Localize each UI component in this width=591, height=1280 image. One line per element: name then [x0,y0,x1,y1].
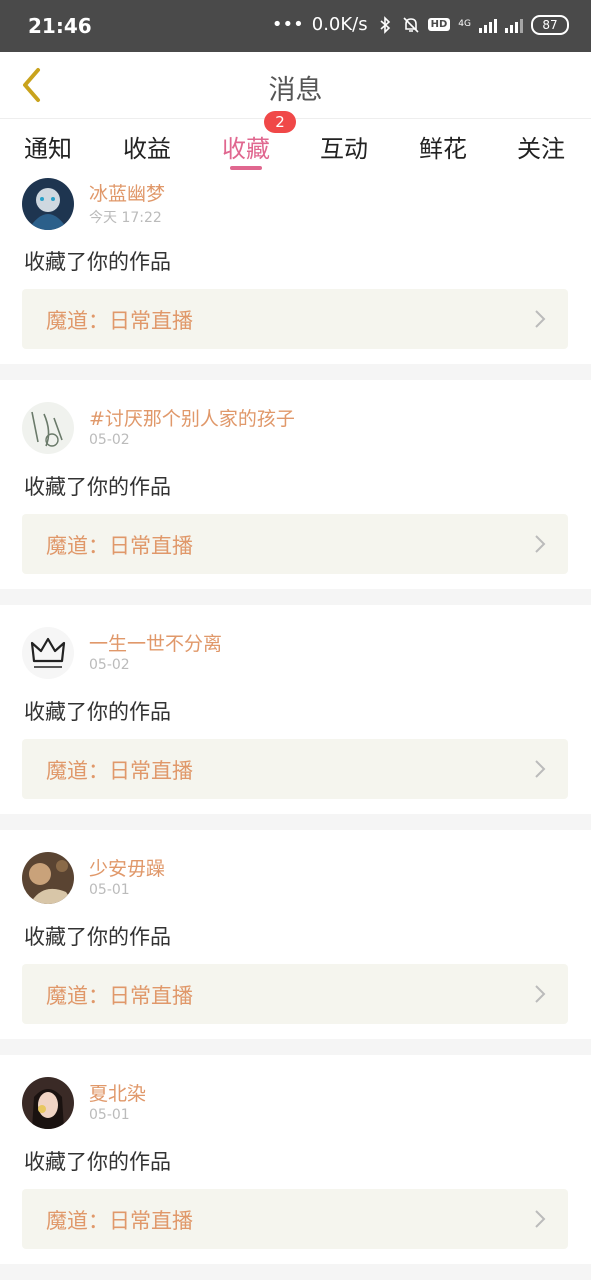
message-text: 收藏了你的作品 [24,475,171,499]
chevron-right-icon [535,310,546,328]
avatar[interactable] [22,852,74,904]
message-card: 冰蓝幽梦 今天 17:22 收藏了你的作品 魔道：日常直播 [0,175,591,364]
battery-icon: 87 [531,14,569,35]
tab-bar: 通知 收益 收藏 互动 鲜花 关注 [0,119,591,175]
message-text: 收藏了你的作品 [24,1150,171,1174]
work-title: 魔道：日常直播 [46,984,193,1008]
username[interactable]: 冰蓝幽梦 [89,179,165,206]
message-card: #讨厌那个别人家的孩子 05-02 收藏了你的作品 魔道：日常直播 [0,380,591,589]
mute-bell-icon [403,16,419,33]
tab-notice[interactable]: 通知 [24,129,72,164]
work-link[interactable]: 魔道：日常直播 [22,289,568,349]
work-link[interactable]: 魔道：日常直播 [22,739,568,799]
work-title: 魔道：日常直播 [46,759,193,783]
chevron-right-icon [535,535,546,553]
work-title: 魔道：日常直播 [46,534,193,558]
net-speed: 0.0K/s [311,14,368,35]
username[interactable]: #讨厌那个别人家的孩子 [89,404,295,431]
signal-2-icon [505,17,523,33]
avatar[interactable] [22,178,74,230]
tab-badge: 2 [264,111,296,133]
message-time: 05-01 [89,1107,130,1123]
chevron-right-icon [535,760,546,778]
chevron-right-icon [535,1210,546,1228]
bluetooth-icon [380,15,390,34]
app-header: 消息 [0,52,591,119]
dots-icon: ••• [271,14,304,35]
work-title: 魔道：日常直播 [46,309,193,333]
username[interactable]: 夏北染 [89,1079,146,1106]
tab-interaction[interactable]: 互动 [320,129,368,164]
avatar[interactable] [22,627,74,679]
tab-earnings[interactable]: 收益 [123,129,171,164]
status-icons: ••• 0.0K/s HD 4G 87 [272,14,569,35]
net-type: 4G [458,19,471,29]
status-time: 21:46 [28,14,92,38]
active-tab-indicator [230,166,262,170]
work-link[interactable]: 魔道：日常直播 [22,964,568,1024]
tab-follow[interactable]: 关注 [517,129,565,164]
message-card: 少安毋躁 05-01 收藏了你的作品 魔道：日常直播 [0,830,591,1039]
message-text: 收藏了你的作品 [24,925,171,949]
chevron-right-icon [535,985,546,1003]
tab-flowers[interactable]: 鲜花 [419,129,467,164]
signal-icon [479,17,497,33]
message-card: 夏北染 05-01 收藏了你的作品 魔道：日常直播 [0,1055,591,1264]
username[interactable]: 一生一世不分离 [89,629,222,656]
hd-icon: HD [427,18,451,31]
message-time: 05-02 [89,657,130,673]
message-text: 收藏了你的作品 [24,250,171,274]
tab-favorites[interactable]: 收藏 [222,129,270,164]
avatar[interactable] [22,1077,74,1129]
message-text: 收藏了你的作品 [24,700,171,724]
message-time: 05-01 [89,882,130,898]
avatar[interactable] [22,402,74,454]
work-title: 魔道：日常直播 [46,1209,193,1233]
message-time: 05-02 [89,432,130,448]
work-link[interactable]: 魔道：日常直播 [22,1189,568,1249]
username[interactable]: 少安毋躁 [89,854,165,881]
message-card: 一生一世不分离 05-02 收藏了你的作品 魔道：日常直播 [0,605,591,814]
status-bar: 21:46 ••• 0.0K/s HD 4G 87 [0,0,591,52]
page-title: 消息 [268,75,323,106]
work-link[interactable]: 魔道：日常直播 [22,514,568,574]
message-time: 今天 17:22 [89,210,162,226]
